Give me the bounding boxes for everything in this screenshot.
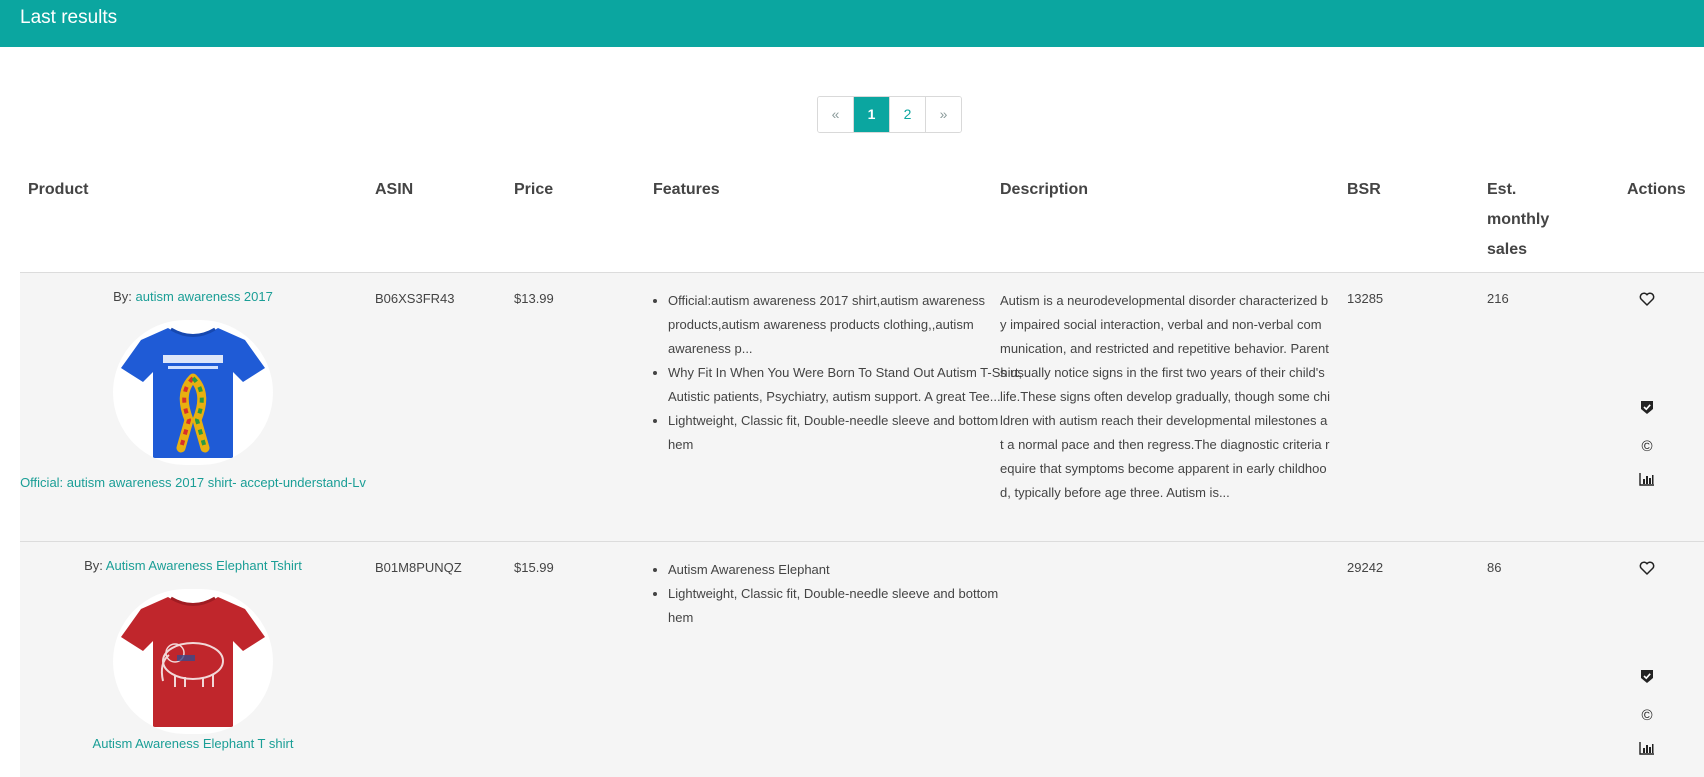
description-text: Autism is a neurodevelopmental disorder … xyxy=(1000,293,1331,500)
feature-item: Official:autism awareness 2017 shirt,aut… xyxy=(668,289,1023,361)
monthly-sales-value: 216 xyxy=(1487,291,1509,306)
product-by-line: By: Autism Awareness Elephant Tshirt xyxy=(20,558,366,573)
features-list: Official:autism awareness 2017 shirt,aut… xyxy=(652,289,1023,457)
column-header-description: Description xyxy=(1000,181,1089,198)
column-header-bsr: BSR xyxy=(1347,181,1381,198)
bar-chart-icon[interactable] xyxy=(1636,471,1658,493)
product-title-link[interactable]: Autism Awareness Elephant T shirt xyxy=(20,732,366,756)
table-row: By: autism awareness 2017 Official: auti… xyxy=(20,273,1704,542)
results-header: Last results xyxy=(0,0,1704,47)
copyright-icon[interactable]: © xyxy=(1636,705,1658,727)
column-header-est-monthly-sales: Est. monthly sales xyxy=(1487,181,1550,258)
heart-icon[interactable] xyxy=(1636,291,1658,313)
column-header-actions: Actions xyxy=(1627,181,1686,198)
bsr-value: 29242 xyxy=(1347,560,1384,575)
monthly-sales-value: 86 xyxy=(1487,560,1502,575)
column-header-product: Product xyxy=(28,181,89,198)
features-list: Autism Awareness Elephant Lightweight, C… xyxy=(652,558,1023,630)
asin-value: B06XS3FR43 xyxy=(375,291,455,306)
shield-check-icon[interactable] xyxy=(1636,399,1658,421)
brand-link[interactable]: Autism Awareness Elephant Tshirt xyxy=(106,558,302,573)
column-header-price: Price xyxy=(514,181,554,198)
by-label: By: xyxy=(84,558,106,573)
feature-item: Lightweight, Classic fit, Double-needle … xyxy=(668,409,1023,457)
price-value: $15.99 xyxy=(514,560,554,575)
product-image[interactable] xyxy=(113,589,273,734)
feature-item: Autism Awareness Elephant xyxy=(668,558,1023,582)
pagination-page-1[interactable]: 1 xyxy=(854,97,890,132)
bsr-value: 13285 xyxy=(1347,291,1384,306)
product-title-link[interactable]: Official: autism awareness 2017 shirt- a… xyxy=(20,471,366,495)
pagination-prev[interactable]: « xyxy=(818,97,854,132)
bar-chart-icon[interactable] xyxy=(1636,740,1658,762)
product-image[interactable] xyxy=(113,320,273,465)
brand-link[interactable]: autism awareness 2017 xyxy=(136,289,273,304)
pagination-next[interactable]: » xyxy=(926,97,961,132)
feature-item: Lightweight, Classic fit, Double-needle … xyxy=(668,582,1023,630)
heart-icon[interactable] xyxy=(1636,560,1658,582)
page-title: Last results xyxy=(20,7,118,28)
by-label: By: xyxy=(113,289,136,304)
shield-check-icon[interactable] xyxy=(1636,668,1658,690)
copyright-icon[interactable]: © xyxy=(1636,436,1658,458)
price-value: $13.99 xyxy=(514,291,554,306)
pagination-page-2[interactable]: 2 xyxy=(890,97,926,132)
table-row: By: Autism Awareness Elephant Tshirt Aut… xyxy=(20,542,1704,777)
column-header-features: Features xyxy=(653,181,720,198)
column-header-asin: ASIN xyxy=(375,181,414,198)
feature-item: Why Fit In When You Were Born To Stand O… xyxy=(668,361,1023,409)
asin-value: B01M8PUNQZ xyxy=(375,560,462,575)
pagination: « 1 2 » xyxy=(817,96,962,133)
product-by-line: By: autism awareness 2017 xyxy=(20,289,366,304)
